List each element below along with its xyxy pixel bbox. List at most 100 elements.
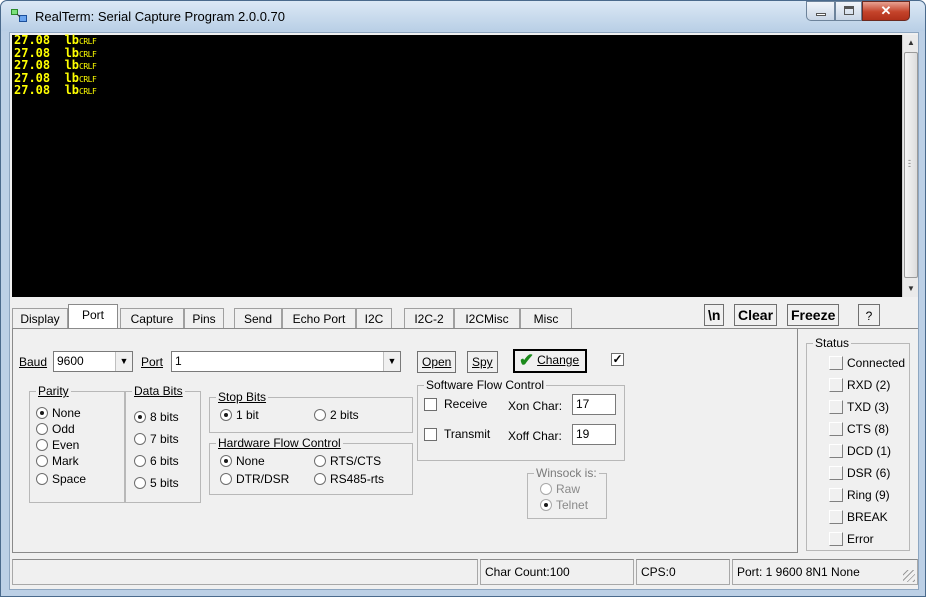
dcd-led bbox=[829, 444, 843, 458]
radio-label: DTR/DSR bbox=[236, 472, 290, 486]
data-bits-8-radio[interactable]: 8 bits bbox=[134, 410, 179, 424]
hw-flow-rs485-radio[interactable]: RS485-rts bbox=[314, 472, 384, 486]
chevron-down-icon[interactable]: ▼ bbox=[383, 352, 400, 371]
tab-display[interactable]: Display bbox=[12, 308, 68, 328]
port-select[interactable]: 1 ▼ bbox=[171, 351, 401, 372]
sw-flow-title: Software Flow Control bbox=[424, 378, 547, 392]
transmit-label: Transmit bbox=[444, 427, 491, 441]
crlf-marker: CRLF bbox=[79, 62, 97, 71]
ring-led bbox=[829, 488, 843, 502]
tab-echo-port[interactable]: Echo Port bbox=[282, 308, 356, 328]
maximize-icon bbox=[844, 6, 854, 15]
radio-label: 6 bits bbox=[150, 454, 179, 468]
connected-led bbox=[829, 356, 843, 370]
status-label: RXD (2) bbox=[847, 378, 891, 392]
tab-i2cmisc[interactable]: I2CMisc bbox=[454, 308, 520, 328]
tab-label: Port bbox=[81, 308, 104, 322]
radio-icon bbox=[220, 409, 232, 421]
terminal-line: 27.08 lbCRLF bbox=[12, 59, 902, 73]
crlf-marker: CRLF bbox=[79, 74, 97, 84]
terminal-output[interactable]: 27.08 lbCRLF 27.08 lbCRLF 27.08 lbCRLF 27.0… bbox=[12, 34, 902, 297]
clear-label: Clear bbox=[738, 307, 774, 323]
minimize-icon bbox=[816, 13, 826, 16]
radio-icon bbox=[134, 455, 146, 467]
terminal-scrollbar[interactable]: ▲ --- ▼ bbox=[902, 35, 918, 297]
baud-select[interactable]: 9600 ▼ bbox=[53, 351, 133, 372]
radio-icon bbox=[220, 473, 232, 485]
port-label: Port bbox=[141, 355, 164, 369]
status-label: Error bbox=[847, 532, 874, 546]
newline-button[interactable]: \n bbox=[704, 304, 725, 326]
tab-send[interactable]: Send bbox=[234, 308, 282, 328]
scroll-down-icon[interactable]: ▼ bbox=[903, 281, 919, 297]
transmit-checkbox[interactable] bbox=[424, 428, 437, 441]
radio-label: RS485-rts bbox=[330, 472, 385, 486]
radio-icon bbox=[134, 477, 146, 489]
grip-icon: --- bbox=[908, 155, 911, 171]
parity-space-radio[interactable]: Space bbox=[36, 472, 86, 486]
help-button[interactable]: ? bbox=[858, 304, 880, 326]
winsock-raw-radio[interactable]: Raw bbox=[540, 482, 580, 496]
tab-misc[interactable]: Misc bbox=[520, 308, 572, 328]
data-bits-group: Data Bits 8 bits 7 bits 6 bits 5 bits bbox=[125, 384, 201, 503]
radio-icon bbox=[36, 439, 48, 451]
hw-flow-none-radio[interactable]: None bbox=[220, 454, 265, 468]
cts-led bbox=[829, 422, 843, 436]
baud-value: 9600 bbox=[57, 354, 84, 368]
radio-label: None bbox=[52, 406, 81, 420]
hw-flow-title: Hardware Flow Control bbox=[216, 436, 343, 450]
crlf-marker: CRLF bbox=[79, 37, 97, 46]
data-bits-7-radio[interactable]: 7 bits bbox=[134, 432, 179, 446]
winsock-telnet-radio[interactable]: Telnet bbox=[540, 498, 588, 512]
stop-bits-2-radio[interactable]: 2 bits bbox=[314, 408, 359, 422]
change-checkbox[interactable]: ✓ bbox=[611, 353, 624, 366]
tab-i2c[interactable]: I2C bbox=[356, 308, 392, 328]
close-icon: ✕ bbox=[880, 3, 892, 18]
xon-input[interactable]: 17 bbox=[572, 394, 616, 415]
tab-capture[interactable]: Capture bbox=[120, 308, 184, 328]
minimize-button[interactable] bbox=[806, 1, 835, 21]
crlf-marker: CRLF bbox=[79, 49, 97, 59]
checkmark-icon: ✔ bbox=[519, 350, 535, 370]
terminal-line: 27.08 lbCRLF bbox=[12, 34, 902, 48]
resize-grip-icon[interactable] bbox=[903, 570, 915, 582]
xoff-input[interactable]: 19 bbox=[572, 424, 616, 445]
change-button[interactable]: ✔ Change bbox=[513, 349, 588, 373]
open-button[interactable]: Open bbox=[417, 351, 457, 373]
status-label: TXD (3) bbox=[847, 400, 889, 414]
data-bits-6-radio[interactable]: 6 bits bbox=[134, 454, 179, 468]
receive-checkbox[interactable] bbox=[424, 398, 437, 411]
status-label: Ring (9) bbox=[847, 488, 890, 502]
hw-flow-dtr-dsr-radio[interactable]: DTR/DSR bbox=[220, 472, 289, 486]
stop-bits-1-radio[interactable]: 1 bit bbox=[220, 408, 259, 422]
terminal-value: 27.08 lb bbox=[14, 83, 80, 97]
tab-pins[interactable]: Pins bbox=[184, 308, 224, 328]
clear-button[interactable]: Clear bbox=[734, 304, 778, 326]
title-bar[interactable]: RealTerm: Serial Capture Program 2.0.0.7… bbox=[1, 1, 925, 31]
port-info-text: Port: 1 9600 8N1 None bbox=[737, 565, 860, 579]
radio-label: RTS/CTS bbox=[330, 454, 382, 468]
scroll-thumb[interactable]: --- bbox=[904, 52, 918, 278]
data-bits-5-radio[interactable]: 5 bits bbox=[134, 476, 179, 490]
tab-port[interactable]: Port bbox=[68, 304, 118, 328]
parity-mark-radio[interactable]: Mark bbox=[36, 454, 79, 468]
crlf-marker: CRLF bbox=[79, 87, 97, 96]
freeze-button[interactable]: Freeze bbox=[787, 304, 840, 326]
open-label: Open bbox=[422, 355, 452, 369]
scroll-up-icon[interactable]: ▲ bbox=[903, 35, 919, 51]
maximize-button[interactable] bbox=[835, 1, 862, 21]
parity-even-radio[interactable]: Even bbox=[36, 438, 79, 452]
parity-odd-radio[interactable]: Odd bbox=[36, 422, 75, 436]
spy-button[interactable]: Spy bbox=[467, 351, 498, 373]
radio-label: None bbox=[236, 454, 265, 468]
tab-i2c-2[interactable]: I2C-2 bbox=[404, 308, 454, 328]
status-group: Status Connected RXD (2) TXD (3) CTS (8)… bbox=[806, 336, 910, 551]
parity-none-radio[interactable]: None bbox=[36, 406, 81, 420]
stop-bits-title: Stop Bits bbox=[216, 390, 269, 404]
hw-flow-rts-cts-radio[interactable]: RTS/CTS bbox=[314, 454, 381, 468]
tab-label: Capture bbox=[130, 312, 174, 326]
radio-icon bbox=[36, 423, 48, 435]
close-button[interactable]: ✕ bbox=[862, 1, 910, 21]
tab-label: Pins bbox=[192, 312, 216, 326]
chevron-down-icon[interactable]: ▼ bbox=[115, 352, 132, 371]
